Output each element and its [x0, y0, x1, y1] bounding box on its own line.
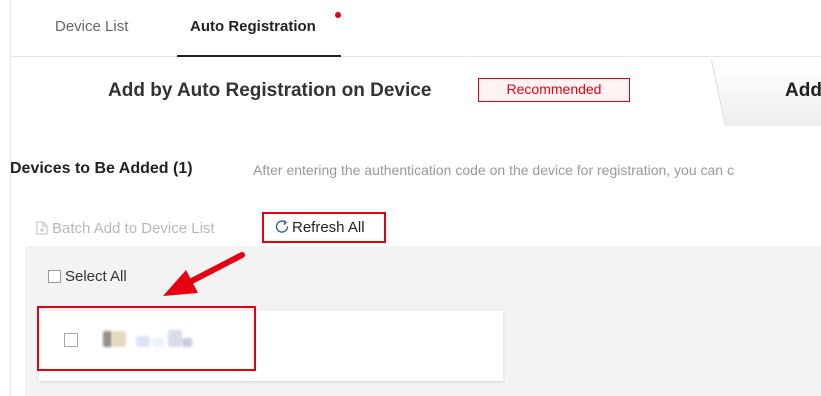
select-all-label: Select All — [65, 268, 127, 285]
tab-bar: Device List Auto Registration — [10, 0, 821, 57]
active-tab-indicator — [177, 55, 341, 57]
left-border — [10, 0, 11, 396]
tab-auto-registration[interactable]: Auto Registration — [190, 18, 316, 35]
other-add-method-label[interactable]: Add — [785, 80, 821, 102]
batch-add-button[interactable]: Batch Add to Device List — [36, 220, 215, 237]
batch-add-label: Batch Add to Device List — [52, 220, 215, 237]
refresh-icon — [274, 217, 290, 233]
devices-description: After entering the authentication code o… — [253, 162, 734, 178]
checkbox-icon — [48, 270, 61, 283]
recommended-badge: Recommended — [478, 78, 630, 102]
select-all-checkbox[interactable]: Select All — [48, 268, 127, 285]
refresh-all-button[interactable]: Refresh All — [262, 212, 386, 243]
refresh-all-label: Refresh All — [292, 219, 365, 236]
tab-device-list[interactable]: Device List — [55, 18, 128, 35]
document-add-icon — [36, 221, 48, 235]
notification-dot — [335, 12, 341, 18]
devices-to-be-added-title: Devices to Be Added (1) — [10, 160, 193, 177]
device-highlight-box — [37, 306, 256, 371]
add-method-title: Add by Auto Registration on Device — [108, 80, 432, 101]
